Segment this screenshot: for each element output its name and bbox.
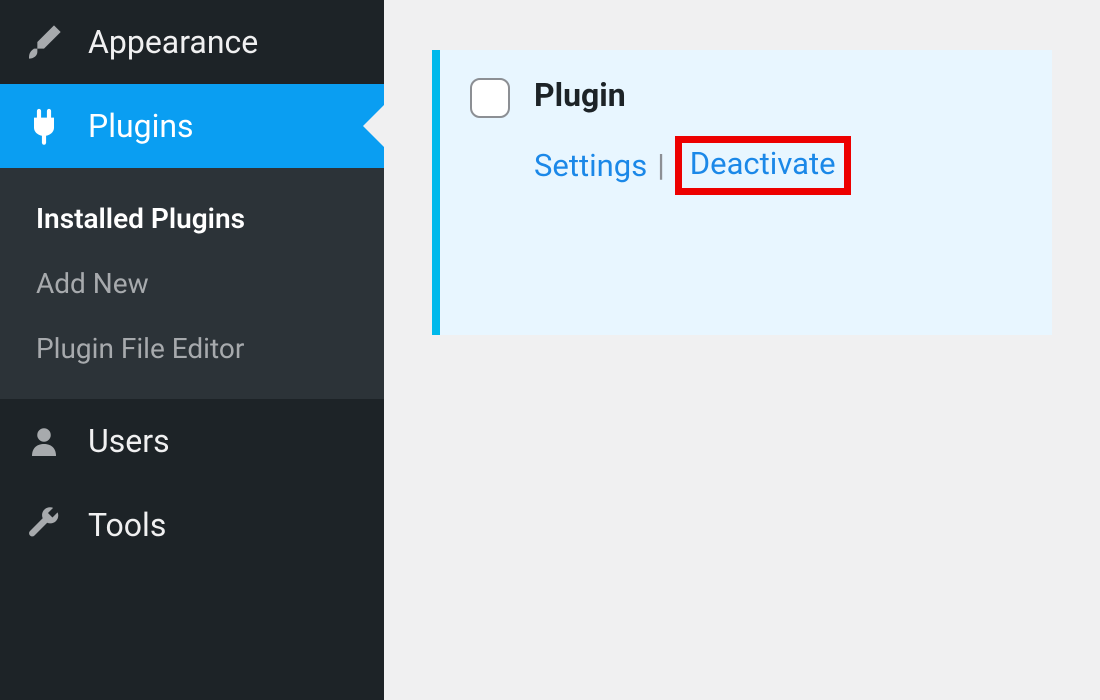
separator: | xyxy=(657,147,665,184)
sidebar-item-plugins[interactable]: Plugins xyxy=(0,84,384,168)
plugins-submenu: Installed Plugins Add New Plugin File Ed… xyxy=(0,168,384,399)
plugin-row: Plugin Settings | Deactivate xyxy=(470,76,1024,195)
plugin-checkbox[interactable] xyxy=(470,78,510,118)
plugin-title: Plugin xyxy=(534,76,1024,114)
sidebar-item-tools[interactable]: Tools xyxy=(0,483,384,567)
sidebar-item-appearance[interactable]: Appearance xyxy=(0,0,384,84)
admin-sidebar: Appearance Plugins Installed Plugins Add… xyxy=(0,0,384,700)
plugin-action-links: Settings | Deactivate xyxy=(534,136,1024,195)
wrench-icon xyxy=(24,505,64,545)
plugin-body: Plugin Settings | Deactivate xyxy=(534,76,1024,195)
main-content: Plugin Settings | Deactivate xyxy=(384,0,1100,700)
sidebar-item-users[interactable]: Users xyxy=(0,399,384,483)
menu-label: Tools xyxy=(88,506,166,544)
submenu-installed-plugins[interactable]: Installed Plugins xyxy=(0,186,384,251)
settings-link[interactable]: Settings xyxy=(534,147,647,184)
plug-icon xyxy=(24,106,64,146)
deactivate-link[interactable]: Deactivate xyxy=(690,145,836,182)
menu-label: Plugins xyxy=(88,107,194,145)
menu-label: Users xyxy=(88,422,170,460)
menu-label: Appearance xyxy=(88,23,258,61)
plugin-panel: Plugin Settings | Deactivate xyxy=(432,50,1052,335)
submenu-add-new[interactable]: Add New xyxy=(0,251,384,316)
submenu-plugin-file-editor[interactable]: Plugin File Editor xyxy=(0,316,384,381)
highlight-annotation: Deactivate xyxy=(675,136,851,195)
paintbrush-icon xyxy=(24,22,64,62)
user-icon xyxy=(24,421,64,461)
